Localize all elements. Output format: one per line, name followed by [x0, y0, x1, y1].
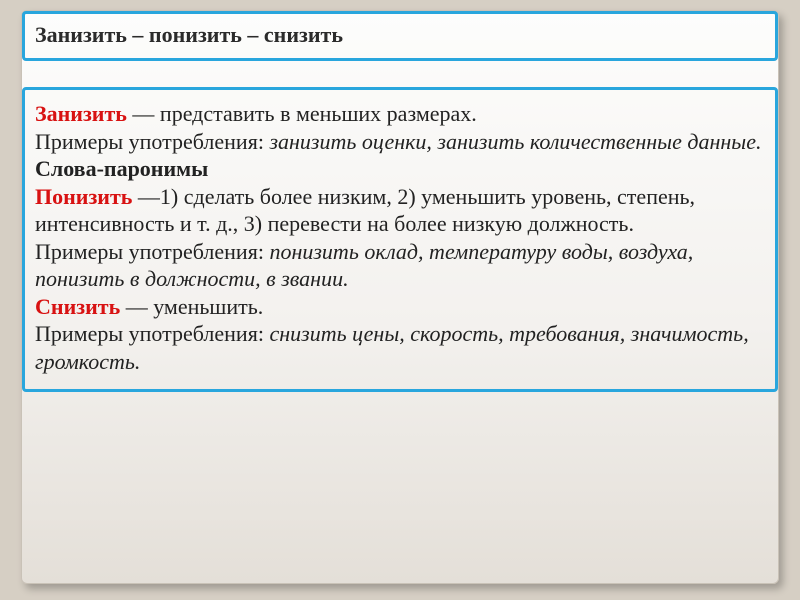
- usage-1: Примеры употребления: занизить оценки, з…: [35, 128, 765, 156]
- definition-3: — уменьшить.: [120, 294, 263, 319]
- usage-3: Примеры употребления: снизить цены, скор…: [35, 320, 765, 375]
- keyword-2: Понизить: [35, 184, 132, 209]
- usage-label: Примеры употребления:: [35, 239, 269, 264]
- definition-1: — представить в меньших размерах.: [127, 101, 477, 126]
- title-text: Занизить – понизить – снизить: [35, 22, 343, 47]
- usage-1-text: занизить оценки, занизить количественные…: [269, 129, 761, 154]
- entry-3: Снизить — уменьшить.: [35, 293, 765, 321]
- keyword-1: Занизить: [35, 101, 127, 126]
- slide-card: Занизить – понизить – снизить Занизить —…: [21, 10, 779, 584]
- entry-1: Занизить — представить в меньших размера…: [35, 100, 765, 128]
- content-box: Занизить — представить в меньших размера…: [22, 87, 778, 392]
- usage-label: Примеры употребления:: [35, 129, 269, 154]
- definition-2: —1) сделать более низким, 2) уменьшить у…: [35, 184, 695, 237]
- paronyms-heading: Слова-паронимы: [35, 155, 765, 183]
- usage-2: Примеры употребления: понизить оклад, те…: [35, 238, 765, 293]
- title-box: Занизить – понизить – снизить: [22, 11, 778, 61]
- entry-2: Понизить —1) сделать более низким, 2) ум…: [35, 183, 765, 238]
- keyword-3: Снизить: [35, 294, 120, 319]
- usage-label: Примеры употребления:: [35, 321, 269, 346]
